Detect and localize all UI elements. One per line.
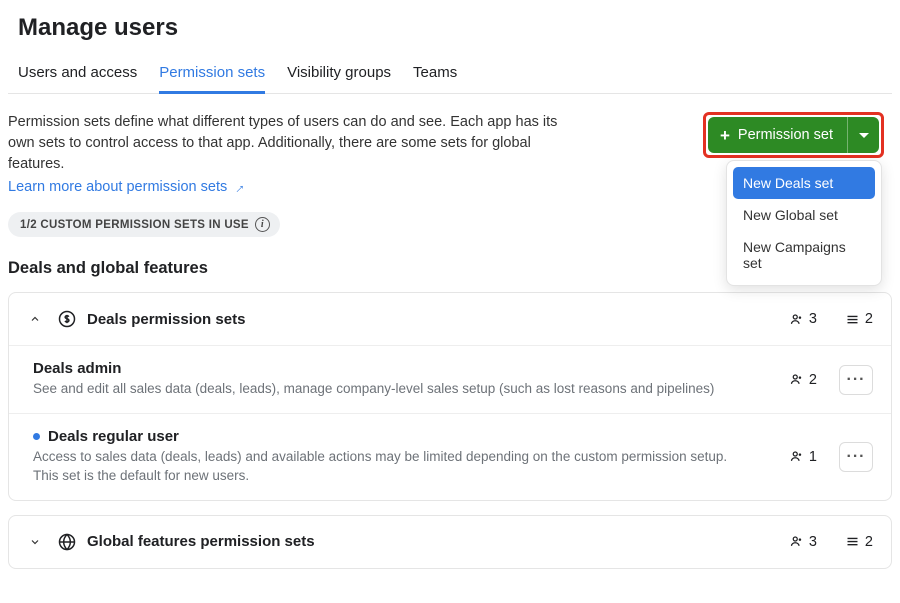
caret-down-icon bbox=[859, 133, 869, 138]
tab-teams[interactable]: Teams bbox=[413, 56, 457, 93]
page-title: Manage users bbox=[18, 14, 892, 42]
deals-regular-user-count: 1 bbox=[789, 449, 817, 465]
deals-admin-user-count: 2 bbox=[789, 372, 817, 388]
learn-more-link[interactable]: Learn more about permission sets → bbox=[8, 177, 245, 198]
permission-row-deals-regular: Deals regular user Access to sales data … bbox=[9, 413, 891, 500]
global-sets-count-value: 2 bbox=[865, 534, 873, 550]
global-sets-count: 2 bbox=[845, 534, 873, 550]
more-button-deals-regular[interactable]: ··· bbox=[839, 442, 873, 472]
external-link-icon: → bbox=[226, 175, 250, 199]
deals-card-header[interactable]: Deals permission sets 3 2 bbox=[9, 293, 891, 345]
permission-row-deals-admin: Deals admin See and edit all sales data … bbox=[9, 345, 891, 413]
tabs: Users and access Permission sets Visibil… bbox=[8, 56, 892, 94]
add-permission-set-menu: New Deals set New Global set New Campaig… bbox=[726, 160, 882, 286]
globe-icon bbox=[57, 532, 77, 552]
deals-sets-count-value: 2 bbox=[865, 311, 873, 327]
global-card: Global features permission sets 3 2 bbox=[8, 515, 892, 569]
deals-regular-user-count-value: 1 bbox=[809, 449, 817, 465]
add-permission-set-button[interactable]: + Permission set bbox=[708, 117, 847, 153]
global-user-count-value: 3 bbox=[809, 534, 817, 550]
deals-sets-count: 2 bbox=[845, 311, 873, 327]
deals-user-count: 3 bbox=[789, 311, 817, 327]
usage-label: 1/2 CUSTOM PERMISSION SETS IN USE bbox=[20, 219, 249, 231]
menu-item-new-campaigns[interactable]: New Campaigns set bbox=[733, 231, 875, 279]
row-desc-deals-admin: See and edit all sales data (deals, lead… bbox=[33, 380, 745, 399]
deals-admin-user-count-value: 2 bbox=[809, 372, 817, 388]
default-indicator-dot-icon bbox=[33, 433, 40, 440]
menu-item-new-deals[interactable]: New Deals set bbox=[733, 167, 875, 199]
dollar-icon bbox=[57, 309, 77, 329]
more-button-deals-admin[interactable]: ··· bbox=[839, 365, 873, 395]
tab-permission-sets[interactable]: Permission sets bbox=[159, 56, 265, 94]
usage-pill: 1/2 CUSTOM PERMISSION SETS IN USE i bbox=[8, 212, 280, 237]
add-permission-set-label: Permission set bbox=[738, 127, 833, 143]
chevron-up-icon[interactable] bbox=[23, 313, 47, 325]
global-user-count: 3 bbox=[789, 534, 817, 550]
deals-card: Deals permission sets 3 2 Deals admin Se… bbox=[8, 292, 892, 501]
global-card-title: Global features permission sets bbox=[87, 533, 761, 550]
info-icon[interactable]: i bbox=[255, 217, 270, 232]
add-permission-set-caret-button[interactable] bbox=[847, 117, 879, 153]
intro-block: Permission sets define what different ty… bbox=[8, 112, 578, 198]
global-card-header[interactable]: Global features permission sets 3 2 bbox=[9, 516, 891, 568]
row-desc-deals-regular: Access to sales data (deals, leads) and … bbox=[33, 448, 745, 486]
tab-visibility-groups[interactable]: Visibility groups bbox=[287, 56, 391, 93]
row-title-deals-admin: Deals admin bbox=[33, 360, 745, 377]
tab-users-access[interactable]: Users and access bbox=[18, 56, 137, 93]
learn-more-label: Learn more about permission sets bbox=[8, 177, 227, 198]
menu-item-new-global[interactable]: New Global set bbox=[733, 199, 875, 231]
row-title-deals-regular: Deals regular user bbox=[48, 428, 179, 445]
deals-user-count-value: 3 bbox=[809, 311, 817, 327]
plus-icon: + bbox=[720, 127, 730, 144]
chevron-down-icon[interactable] bbox=[23, 536, 47, 548]
action-highlight-box: + Permission set bbox=[703, 112, 884, 158]
intro-text: Permission sets define what different ty… bbox=[8, 114, 557, 172]
deals-card-title: Deals permission sets bbox=[87, 311, 761, 328]
